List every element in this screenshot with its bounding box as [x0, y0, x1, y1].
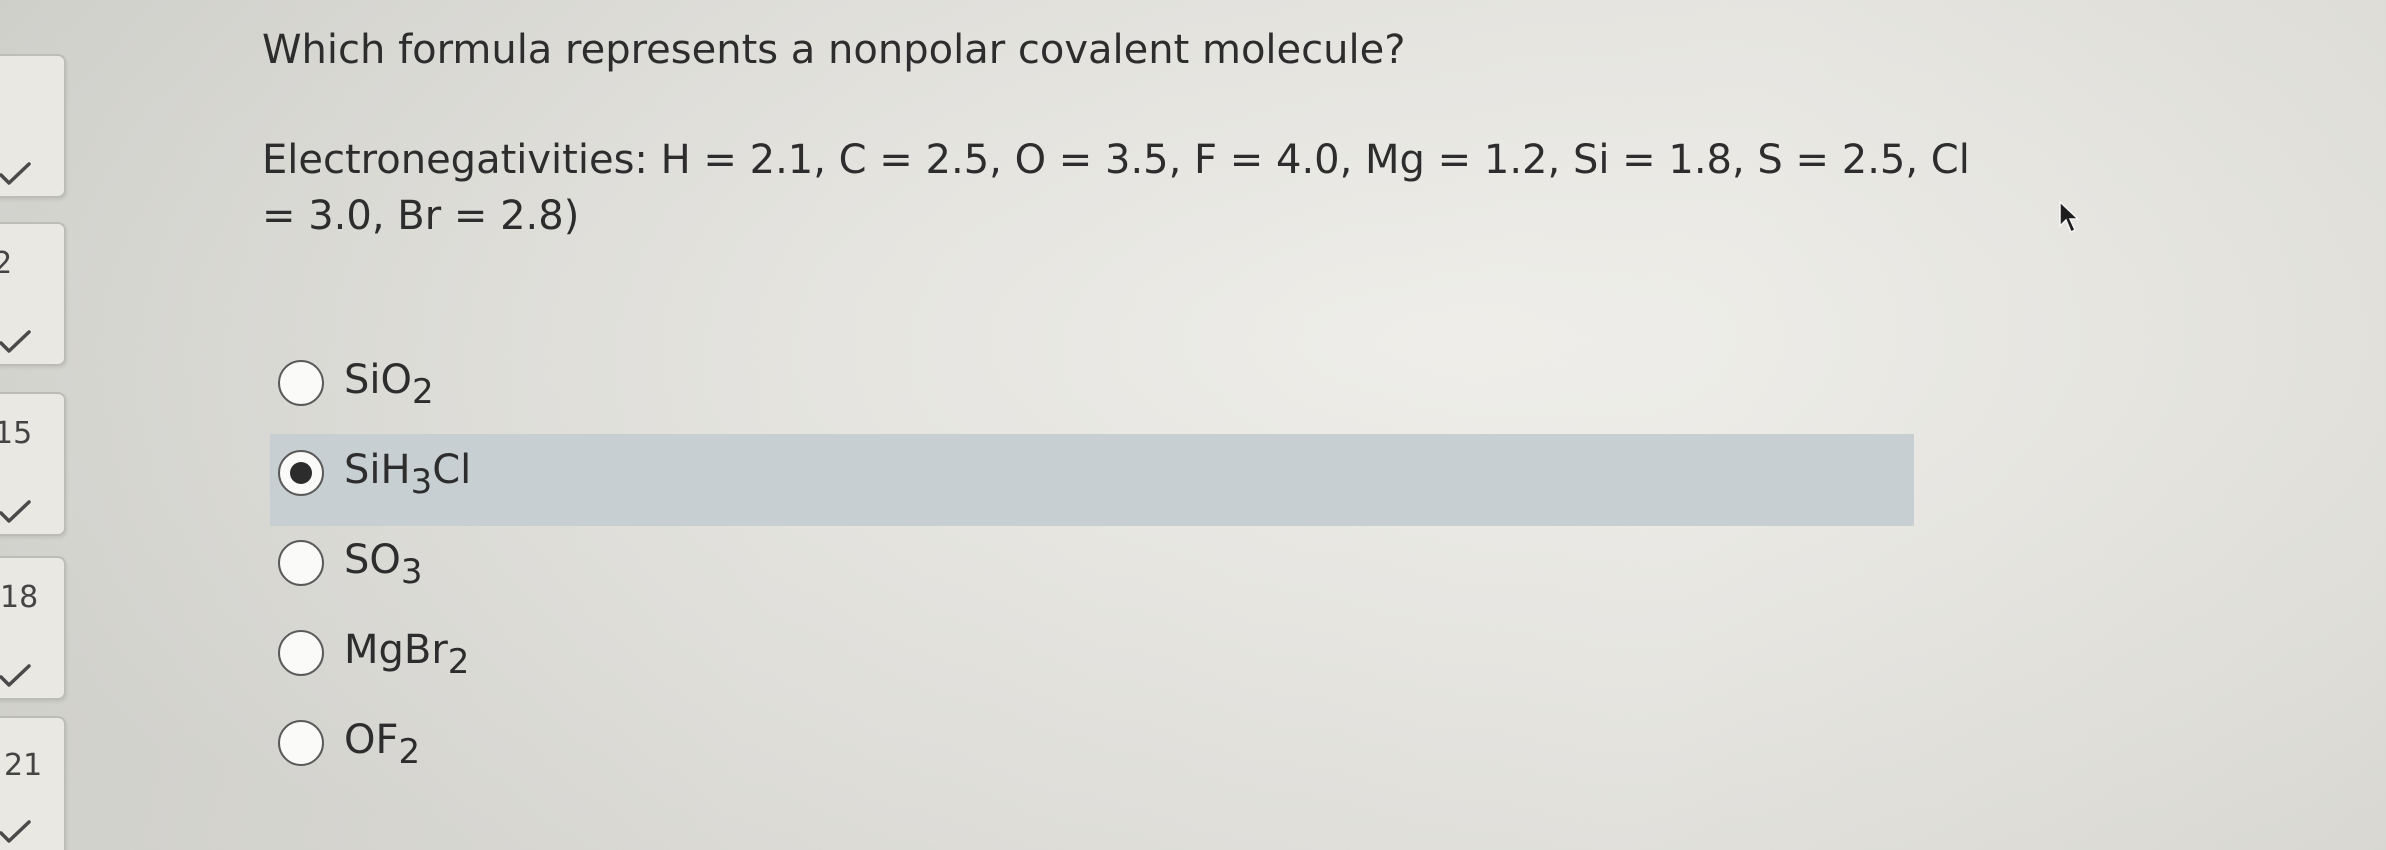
question-tile-18[interactable]: 18 [0, 556, 66, 700]
mouse-cursor-icon [2059, 200, 2080, 234]
question-navigator: 12 15 18 21 [0, 0, 70, 850]
option-label: SiH3Cl [344, 447, 472, 502]
checkmark-icon [0, 162, 31, 185]
answer-options: SiO2 SiH3Cl SO3 MgBr2 OF2 [270, 348, 1930, 798]
question-tile-number: 21 [4, 748, 43, 783]
option-label: MgBr2 [344, 627, 470, 682]
checkmark-icon [0, 664, 31, 687]
radio-button[interactable] [278, 720, 324, 766]
question-title: Which formula represents a nonpolar cova… [262, 27, 1406, 73]
selected-highlight [270, 434, 1914, 526]
question-tile-1[interactable] [0, 54, 66, 198]
radio-button[interactable] [278, 540, 324, 586]
option-so3[interactable]: SO3 [270, 528, 1930, 618]
checkmark-icon [0, 820, 31, 843]
radio-button[interactable] [278, 360, 324, 406]
radio-button-selected[interactable] [278, 450, 324, 496]
checkmark-icon [0, 500, 31, 523]
option-label: OF2 [344, 717, 421, 772]
question-tile-number: 15 [0, 416, 33, 451]
question-tile-21[interactable]: 21 [0, 716, 66, 850]
radio-button[interactable] [278, 630, 324, 676]
question-tile-number: 18 [0, 580, 39, 615]
option-sio2[interactable]: SiO2 [270, 348, 1930, 438]
question-tile-12[interactable]: 12 [0, 222, 66, 366]
option-of2[interactable]: OF2 [270, 708, 1930, 798]
question-tile-15[interactable]: 15 [0, 392, 66, 536]
radio-dot [290, 462, 312, 484]
question-prompt: Electronegativities: H = 2.1, C = 2.5, O… [262, 137, 1970, 239]
option-label: SO3 [344, 537, 423, 592]
checkmark-icon [0, 330, 31, 353]
option-label: SiO2 [344, 357, 434, 412]
option-mgbr2[interactable]: MgBr2 [270, 618, 1930, 708]
option-sih3cl[interactable]: SiH3Cl [270, 434, 1930, 528]
question-tile-number: 12 [0, 246, 13, 281]
